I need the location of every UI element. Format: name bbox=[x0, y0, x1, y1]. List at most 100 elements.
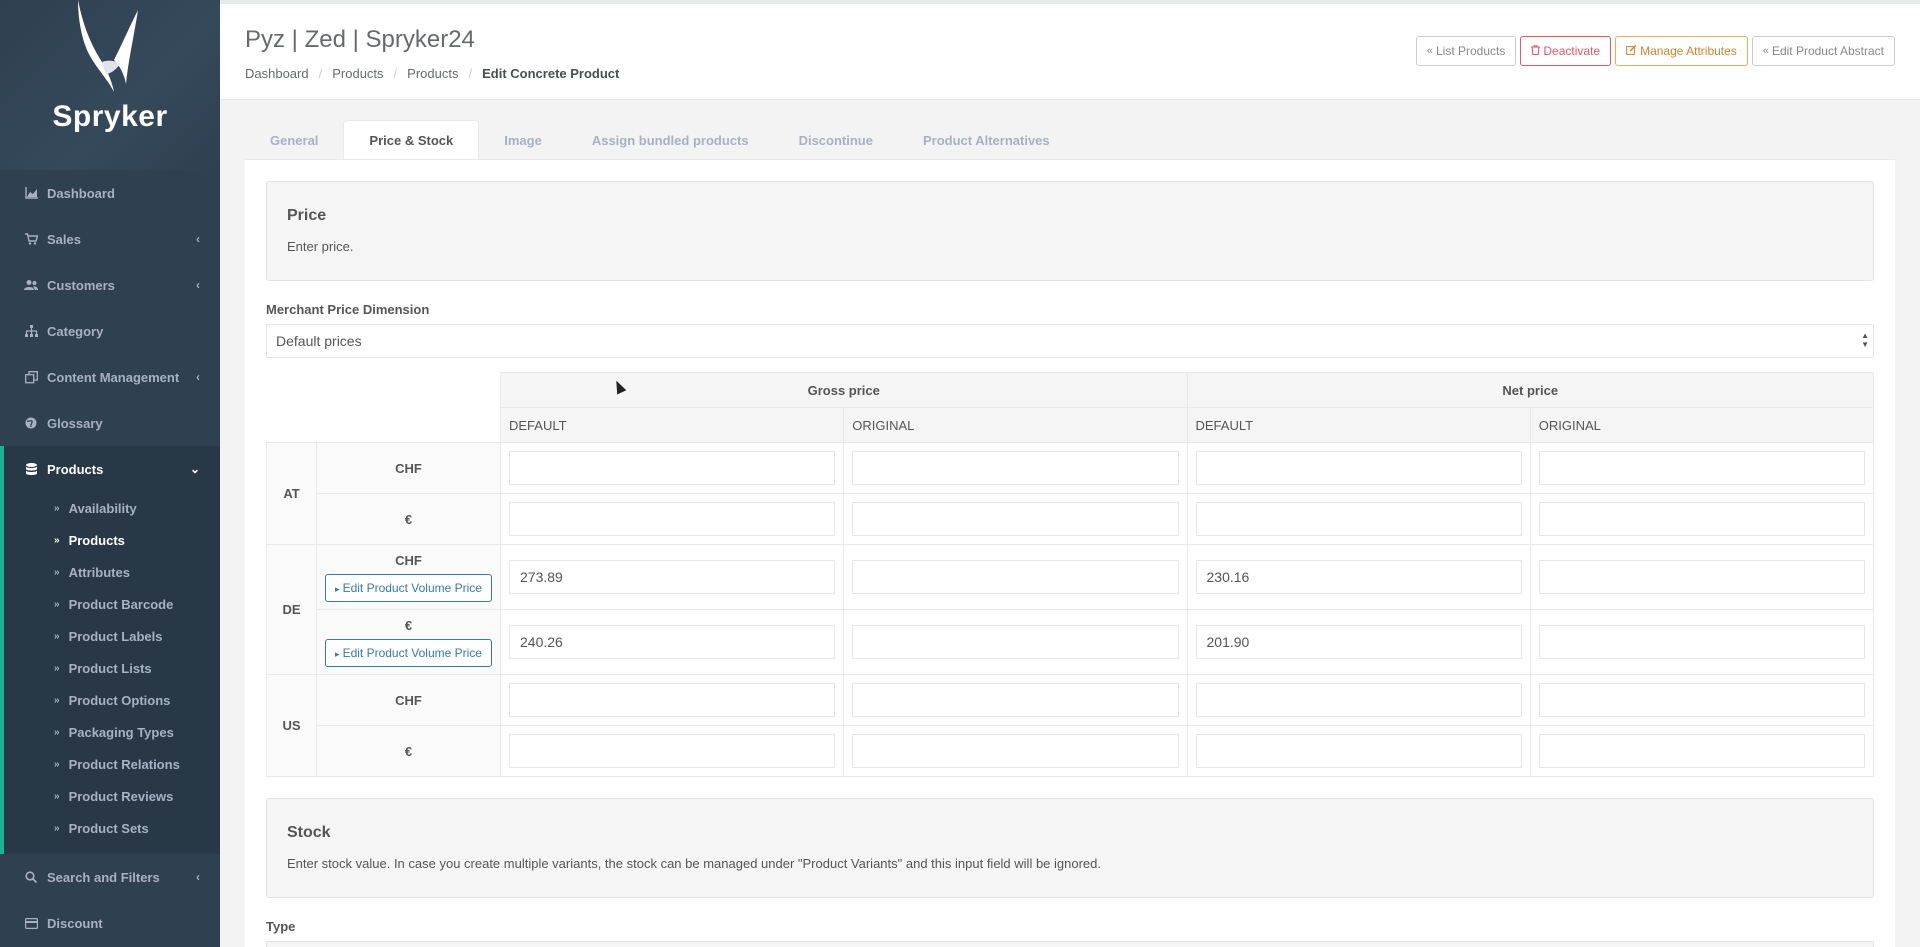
price-section-description: Enter price. bbox=[287, 239, 354, 254]
deactivate-button[interactable]: Deactivate bbox=[1520, 36, 1612, 66]
chevron-left-icon: ‹ bbox=[196, 278, 200, 292]
edit-volume-price-eur-button[interactable]: ▸ Edit Product Volume Price bbox=[325, 638, 492, 667]
sidebar-item-search-and-filters[interactable]: Search and Filters ‹ bbox=[0, 854, 220, 900]
de-chf-gross-default-input[interactable] bbox=[509, 560, 836, 594]
stock-type-field[interactable] bbox=[266, 941, 1874, 947]
sidebar-item-dashboard[interactable]: Dashboard bbox=[0, 170, 220, 216]
de-eur-gross-original-input[interactable] bbox=[852, 625, 1179, 659]
sidebar-nav-bottom: Search and Filters ‹ Discount bbox=[0, 854, 220, 946]
country-us: US bbox=[266, 674, 317, 777]
de-chf-net-original-input[interactable] bbox=[1538, 560, 1865, 594]
submenu-label: Product Barcode bbox=[68, 596, 174, 612]
merchant-price-dimension-select[interactable]: Default prices ▲ ▼ bbox=[266, 324, 1874, 358]
country-de: DE bbox=[266, 544, 317, 675]
select-value: Default prices bbox=[276, 333, 362, 349]
at-eur-net-original-input[interactable] bbox=[1538, 502, 1865, 536]
submenu-item-product-relations[interactable]: » Product Relations bbox=[4, 748, 220, 780]
us-eur-gross-original-input[interactable] bbox=[852, 734, 1179, 768]
sidebar-item-products[interactable]: Products ⌄ bbox=[4, 446, 220, 492]
submenu-item-product-options[interactable]: » Product Options bbox=[4, 684, 220, 716]
table-row: € bbox=[267, 725, 1875, 777]
angle-double-right-icon: » bbox=[54, 662, 60, 674]
us-eur-gross-default-input[interactable] bbox=[509, 734, 836, 768]
edit-product-abstract-button[interactable]: «Edit Product Abstract bbox=[1751, 36, 1895, 66]
de-eur-net-default-input[interactable] bbox=[1195, 625, 1522, 659]
submenu-item-packaging-types[interactable]: » Packaging Types bbox=[4, 716, 220, 748]
submenu-item-product-labels[interactable]: » Product Labels bbox=[4, 620, 220, 652]
de-chf-net-default-input[interactable] bbox=[1195, 560, 1522, 594]
price-cell bbox=[1529, 493, 1875, 545]
sidebar-item-label: Products bbox=[47, 461, 104, 477]
database-icon bbox=[24, 462, 38, 476]
currency-eur: € bbox=[316, 493, 501, 545]
sidebar-item-sales[interactable]: Sales ‹ bbox=[0, 216, 220, 262]
logo[interactable]: Spryker bbox=[0, 0, 220, 170]
merchant-price-dimension-label: Merchant Price Dimension bbox=[266, 302, 430, 317]
at-chf-net-default-input[interactable] bbox=[1195, 451, 1522, 485]
currency-chf: CHF bbox=[316, 442, 501, 494]
at-chf-gross-original-input[interactable] bbox=[852, 451, 1179, 485]
de-eur-gross-default-input[interactable] bbox=[509, 625, 836, 659]
tab-assign-bundled-products[interactable]: Assign bundled products bbox=[567, 120, 774, 160]
credit-card-icon bbox=[24, 916, 38, 930]
submenu-label: Availability bbox=[68, 500, 137, 516]
sidebar-item-customers[interactable]: Customers ‹ bbox=[0, 262, 220, 308]
products-submenu: » Availability » Products » Attributes » Pro… bbox=[4, 492, 220, 854]
at-chf-net-original-input[interactable] bbox=[1538, 451, 1865, 485]
edit-volume-price-chf-button[interactable]: ▸ Edit Product Volume Price bbox=[325, 573, 492, 602]
submenu-item-attributes[interactable]: » Attributes bbox=[4, 556, 220, 588]
submenu-item-product-barcode[interactable]: » Product Barcode bbox=[4, 588, 220, 620]
us-chf-net-default-input[interactable] bbox=[1195, 683, 1522, 717]
submenu-item-product-lists[interactable]: » Product Lists bbox=[4, 652, 220, 684]
sidebar-item-glossary[interactable]: Glossary bbox=[0, 400, 220, 446]
price-cell bbox=[499, 442, 845, 494]
submenu-item-product-sets[interactable]: » Product Sets bbox=[4, 812, 220, 844]
tab-product-alternatives[interactable]: Product Alternatives bbox=[898, 120, 1075, 160]
price-cell bbox=[499, 493, 845, 545]
tab-price-stock[interactable]: Price & Stock bbox=[343, 120, 480, 160]
submenu-item-product-reviews[interactable]: » Product Reviews bbox=[4, 780, 220, 812]
price-cell bbox=[499, 725, 845, 777]
price-cell bbox=[1529, 544, 1875, 610]
price-cell bbox=[499, 609, 845, 675]
gross-original-header: ORIGINAL bbox=[843, 407, 1188, 443]
sidebar-item-label: Dashboard bbox=[47, 185, 115, 201]
tab-discontinue[interactable]: Discontinue bbox=[774, 120, 898, 160]
us-eur-net-default-input[interactable] bbox=[1195, 734, 1522, 768]
manage-attributes-button[interactable]: Manage Attributes bbox=[1615, 36, 1748, 66]
submenu-item-products[interactable]: » Products bbox=[4, 524, 220, 556]
de-chf-gross-original-input[interactable] bbox=[852, 560, 1179, 594]
price-cell bbox=[843, 544, 1188, 610]
tab-content-panel: Price Enter price. Merchant Price Dimens… bbox=[245, 159, 1895, 947]
at-eur-gross-original-input[interactable] bbox=[852, 502, 1179, 536]
button-label: Edit Product Abstract bbox=[1771, 44, 1884, 58]
sidebar-item-discount[interactable]: Discount bbox=[0, 900, 220, 946]
gross-default-header: DEFAULT bbox=[499, 407, 845, 443]
us-chf-gross-default-input[interactable] bbox=[509, 683, 836, 717]
at-eur-gross-default-input[interactable] bbox=[509, 502, 836, 536]
users-icon bbox=[24, 278, 38, 292]
us-chf-net-original-input[interactable] bbox=[1538, 683, 1865, 717]
breadcrumb-dashboard[interactable]: Dashboard bbox=[245, 66, 309, 81]
tab-image[interactable]: Image bbox=[479, 120, 567, 160]
price-cell bbox=[1186, 544, 1531, 610]
currency-eur: € bbox=[316, 725, 501, 777]
currency-cell: € ▸ Edit Product Volume Price bbox=[316, 609, 501, 675]
tab-general[interactable]: General bbox=[245, 120, 343, 160]
submenu-label: Product Labels bbox=[68, 628, 163, 644]
angle-double-right-icon: » bbox=[54, 694, 60, 706]
submenu-item-availability[interactable]: » Availability bbox=[4, 492, 220, 524]
price-cell bbox=[1529, 609, 1875, 675]
at-eur-net-default-input[interactable] bbox=[1195, 502, 1522, 536]
button-label: List Products bbox=[1436, 44, 1506, 58]
breadcrumb-products[interactable]: Products bbox=[332, 66, 383, 81]
us-eur-net-original-input[interactable] bbox=[1538, 734, 1865, 768]
sidebar-item-content-management[interactable]: Content Management ‹ bbox=[0, 354, 220, 400]
breadcrumb-products-list[interactable]: Products bbox=[407, 66, 458, 81]
angle-double-right-icon: » bbox=[54, 790, 60, 802]
de-eur-net-original-input[interactable] bbox=[1538, 625, 1865, 659]
at-chf-gross-default-input[interactable] bbox=[509, 451, 836, 485]
us-chf-gross-original-input[interactable] bbox=[852, 683, 1179, 717]
sidebar-item-category[interactable]: Category bbox=[0, 308, 220, 354]
list-products-button[interactable]: «List Products bbox=[1415, 36, 1517, 66]
